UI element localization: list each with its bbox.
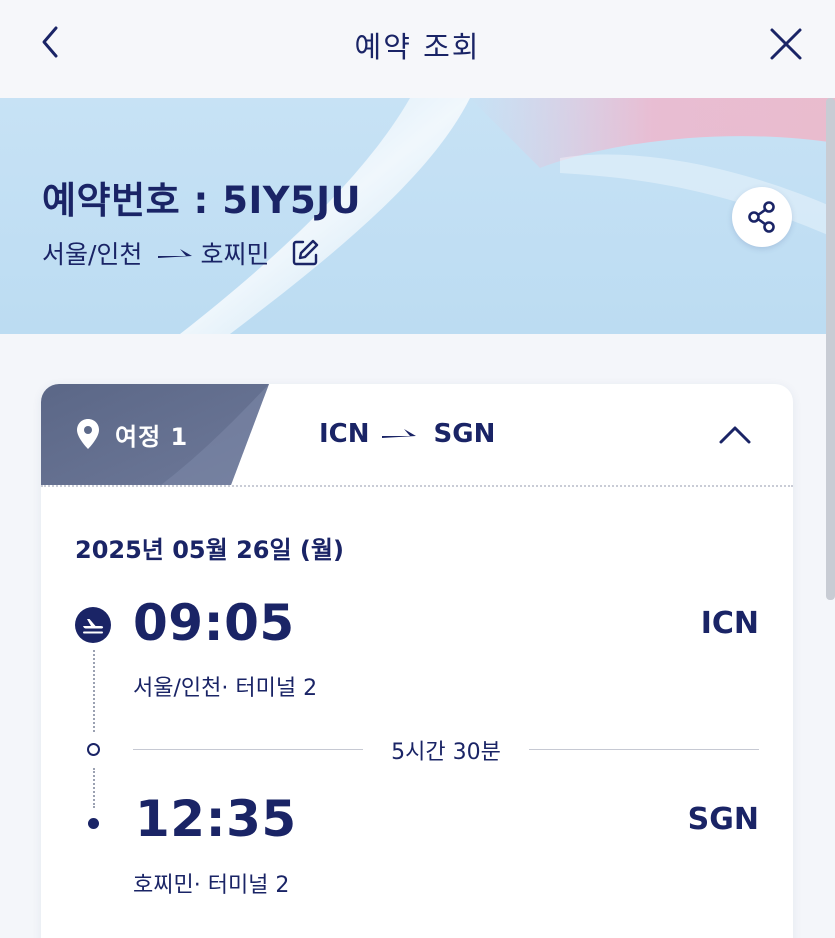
origin-code: ICN xyxy=(319,419,370,449)
top-nav-bar: 예약 조회 xyxy=(0,0,835,98)
itinerary-route: ICN SGN xyxy=(319,416,495,452)
itinerary-card: 여정 1 ICN SGN 2025년 05월 26일 (월) 09:05 ICN… xyxy=(41,384,793,938)
close-button[interactable] xyxy=(764,22,808,66)
arrival-airport-code: SGN xyxy=(687,802,759,837)
page-title: 예약 조회 xyxy=(354,30,481,64)
arrival-time: 12:35 xyxy=(135,790,297,848)
duration-rule xyxy=(133,749,363,750)
booking-number: 예약번호 : 5IY5JU xyxy=(42,179,362,222)
close-icon xyxy=(770,28,802,60)
flight-duration: 5시간 30분 xyxy=(391,740,501,765)
arrival-place: 호찌민· 터미널 2 xyxy=(133,873,290,898)
flight-arrow-icon xyxy=(158,249,193,258)
share-button[interactable] xyxy=(732,187,792,247)
chevron-up-icon xyxy=(719,426,751,444)
collapse-button[interactable] xyxy=(717,418,753,450)
edit-icon[interactable] xyxy=(289,237,321,269)
booking-route: 서울/인천 호찌민 xyxy=(42,236,321,270)
departure-place: 서울/인천· 터미널 2 xyxy=(133,676,318,701)
departure-time: 09:05 xyxy=(133,594,295,652)
timeline-connector xyxy=(93,650,95,732)
timeline-connector xyxy=(93,768,95,808)
scrollbar[interactable] xyxy=(826,98,835,600)
flight-arrow-icon xyxy=(381,429,416,438)
booking-hero-banner: 예약번호 : 5IY5JU 서울/인천 호찌민 xyxy=(0,98,835,334)
arrival-dot xyxy=(88,818,99,829)
share-icon xyxy=(748,201,775,233)
route-origin: 서울/인천 xyxy=(42,240,143,269)
departure-airport-code: ICN xyxy=(700,606,759,641)
location-pin-icon xyxy=(77,419,99,449)
flight-date: 2025년 05월 26일 (월) xyxy=(75,536,344,564)
route-destination: 호찌민 xyxy=(200,240,270,269)
itinerary-tab-label: 여정 1 xyxy=(115,422,189,451)
itinerary-header[interactable]: 여정 1 ICN SGN xyxy=(41,384,793,485)
plane-takeoff-icon xyxy=(75,607,111,643)
itinerary-tab[interactable]: 여정 1 xyxy=(75,414,188,454)
header-divider xyxy=(41,485,793,487)
destination-code: SGN xyxy=(433,419,496,449)
duration-rule xyxy=(529,749,759,750)
timeline-midpoint xyxy=(87,743,100,756)
